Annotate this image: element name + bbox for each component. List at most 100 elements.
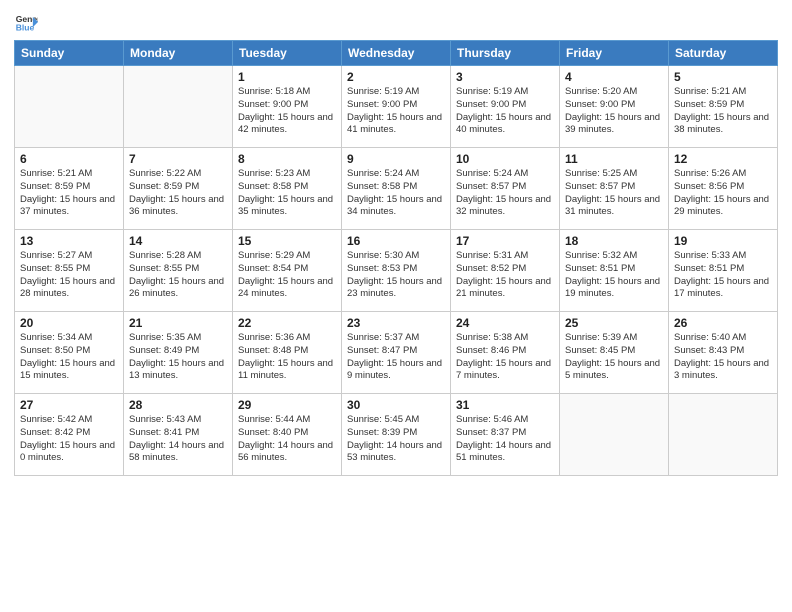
daylight: Daylight: 14 hours and 53 minutes. <box>347 440 442 464</box>
day-info: Sunrise: 5:21 AM Sunset: 8:59 PM Dayligh… <box>20 168 118 219</box>
daylight: Daylight: 15 hours and 41 minutes. <box>347 112 442 136</box>
sunset: Sunset: 8:55 PM <box>20 263 90 274</box>
sunset: Sunset: 8:49 PM <box>129 345 199 356</box>
calendar-week-5: 27 Sunrise: 5:42 AM Sunset: 8:42 PM Dayl… <box>15 394 778 476</box>
calendar-week-3: 13 Sunrise: 5:27 AM Sunset: 8:55 PM Dayl… <box>15 230 778 312</box>
calendar-cell <box>124 66 233 148</box>
calendar-cell: 30 Sunrise: 5:45 AM Sunset: 8:39 PM Dayl… <box>342 394 451 476</box>
day-info: Sunrise: 5:31 AM Sunset: 8:52 PM Dayligh… <box>456 250 554 301</box>
sunrise: Sunrise: 5:35 AM <box>129 332 201 343</box>
day-number: 27 <box>20 398 118 412</box>
weekday-header-tuesday: Tuesday <box>233 41 342 66</box>
weekday-header-friday: Friday <box>560 41 669 66</box>
sunrise: Sunrise: 5:21 AM <box>674 86 746 97</box>
sunrise: Sunrise: 5:28 AM <box>129 250 201 261</box>
sunrise: Sunrise: 5:25 AM <box>565 168 637 179</box>
day-number: 18 <box>565 234 663 248</box>
sunrise: Sunrise: 5:33 AM <box>674 250 746 261</box>
day-info: Sunrise: 5:20 AM Sunset: 9:00 PM Dayligh… <box>565 86 663 137</box>
day-info: Sunrise: 5:24 AM Sunset: 8:58 PM Dayligh… <box>347 168 445 219</box>
daylight: Daylight: 15 hours and 0 minutes. <box>20 440 115 464</box>
daylight: Daylight: 14 hours and 51 minutes. <box>456 440 551 464</box>
day-number: 23 <box>347 316 445 330</box>
day-info: Sunrise: 5:39 AM Sunset: 8:45 PM Dayligh… <box>565 332 663 383</box>
day-number: 26 <box>674 316 772 330</box>
sunrise: Sunrise: 5:46 AM <box>456 414 528 425</box>
sunset: Sunset: 8:47 PM <box>347 345 417 356</box>
day-number: 20 <box>20 316 118 330</box>
calendar-cell <box>15 66 124 148</box>
sunrise: Sunrise: 5:22 AM <box>129 168 201 179</box>
weekday-header-wednesday: Wednesday <box>342 41 451 66</box>
sunrise: Sunrise: 5:27 AM <box>20 250 92 261</box>
daylight: Daylight: 15 hours and 35 minutes. <box>238 194 333 218</box>
day-number: 11 <box>565 152 663 166</box>
calendar-cell <box>669 394 778 476</box>
sunrise: Sunrise: 5:45 AM <box>347 414 419 425</box>
sunrise: Sunrise: 5:24 AM <box>456 168 528 179</box>
day-info: Sunrise: 5:19 AM Sunset: 9:00 PM Dayligh… <box>347 86 445 137</box>
day-info: Sunrise: 5:21 AM Sunset: 8:59 PM Dayligh… <box>674 86 772 137</box>
calendar-cell: 1 Sunrise: 5:18 AM Sunset: 9:00 PM Dayli… <box>233 66 342 148</box>
daylight: Daylight: 15 hours and 13 minutes. <box>129 358 224 382</box>
sunset: Sunset: 9:00 PM <box>238 99 308 110</box>
day-number: 25 <box>565 316 663 330</box>
weekday-header-sunday: Sunday <box>15 41 124 66</box>
calendar-cell: 16 Sunrise: 5:30 AM Sunset: 8:53 PM Dayl… <box>342 230 451 312</box>
day-info: Sunrise: 5:35 AM Sunset: 8:49 PM Dayligh… <box>129 332 227 383</box>
calendar-cell: 13 Sunrise: 5:27 AM Sunset: 8:55 PM Dayl… <box>15 230 124 312</box>
daylight: Daylight: 15 hours and 19 minutes. <box>565 276 660 300</box>
weekday-header-monday: Monday <box>124 41 233 66</box>
calendar-cell: 18 Sunrise: 5:32 AM Sunset: 8:51 PM Dayl… <box>560 230 669 312</box>
day-info: Sunrise: 5:28 AM Sunset: 8:55 PM Dayligh… <box>129 250 227 301</box>
calendar-cell: 15 Sunrise: 5:29 AM Sunset: 8:54 PM Dayl… <box>233 230 342 312</box>
sunset: Sunset: 8:50 PM <box>20 345 90 356</box>
calendar-cell: 19 Sunrise: 5:33 AM Sunset: 8:51 PM Dayl… <box>669 230 778 312</box>
daylight: Daylight: 15 hours and 40 minutes. <box>456 112 551 136</box>
sunset: Sunset: 8:58 PM <box>347 181 417 192</box>
sunrise: Sunrise: 5:38 AM <box>456 332 528 343</box>
day-info: Sunrise: 5:25 AM Sunset: 8:57 PM Dayligh… <box>565 168 663 219</box>
sunrise: Sunrise: 5:36 AM <box>238 332 310 343</box>
sunrise: Sunrise: 5:23 AM <box>238 168 310 179</box>
day-number: 1 <box>238 70 336 84</box>
weekday-header-saturday: Saturday <box>669 41 778 66</box>
daylight: Daylight: 15 hours and 11 minutes. <box>238 358 333 382</box>
day-number: 8 <box>238 152 336 166</box>
sunrise: Sunrise: 5:39 AM <box>565 332 637 343</box>
day-info: Sunrise: 5:42 AM Sunset: 8:42 PM Dayligh… <box>20 414 118 465</box>
day-number: 10 <box>456 152 554 166</box>
daylight: Daylight: 15 hours and 3 minutes. <box>674 358 769 382</box>
sunset: Sunset: 8:45 PM <box>565 345 635 356</box>
day-info: Sunrise: 5:36 AM Sunset: 8:48 PM Dayligh… <box>238 332 336 383</box>
calendar-cell: 14 Sunrise: 5:28 AM Sunset: 8:55 PM Dayl… <box>124 230 233 312</box>
calendar-cell: 7 Sunrise: 5:22 AM Sunset: 8:59 PM Dayli… <box>124 148 233 230</box>
sunrise: Sunrise: 5:19 AM <box>347 86 419 97</box>
calendar-cell: 21 Sunrise: 5:35 AM Sunset: 8:49 PM Dayl… <box>124 312 233 394</box>
sunset: Sunset: 8:40 PM <box>238 427 308 438</box>
daylight: Daylight: 15 hours and 23 minutes. <box>347 276 442 300</box>
calendar-cell: 5 Sunrise: 5:21 AM Sunset: 8:59 PM Dayli… <box>669 66 778 148</box>
sunset: Sunset: 8:39 PM <box>347 427 417 438</box>
calendar-cell: 8 Sunrise: 5:23 AM Sunset: 8:58 PM Dayli… <box>233 148 342 230</box>
calendar-cell: 28 Sunrise: 5:43 AM Sunset: 8:41 PM Dayl… <box>124 394 233 476</box>
sunset: Sunset: 9:00 PM <box>456 99 526 110</box>
sunset: Sunset: 8:41 PM <box>129 427 199 438</box>
calendar-week-1: 1 Sunrise: 5:18 AM Sunset: 9:00 PM Dayli… <box>15 66 778 148</box>
day-number: 31 <box>456 398 554 412</box>
sunrise: Sunrise: 5:26 AM <box>674 168 746 179</box>
sunrise: Sunrise: 5:34 AM <box>20 332 92 343</box>
day-number: 4 <box>565 70 663 84</box>
day-number: 7 <box>129 152 227 166</box>
sunset: Sunset: 9:00 PM <box>347 99 417 110</box>
calendar-cell: 10 Sunrise: 5:24 AM Sunset: 8:57 PM Dayl… <box>451 148 560 230</box>
daylight: Daylight: 14 hours and 56 minutes. <box>238 440 333 464</box>
calendar-cell: 31 Sunrise: 5:46 AM Sunset: 8:37 PM Dayl… <box>451 394 560 476</box>
daylight: Daylight: 15 hours and 36 minutes. <box>129 194 224 218</box>
daylight: Daylight: 15 hours and 42 minutes. <box>238 112 333 136</box>
sunrise: Sunrise: 5:44 AM <box>238 414 310 425</box>
sunset: Sunset: 8:48 PM <box>238 345 308 356</box>
day-number: 28 <box>129 398 227 412</box>
day-number: 13 <box>20 234 118 248</box>
weekday-header-row: SundayMondayTuesdayWednesdayThursdayFrid… <box>15 41 778 66</box>
